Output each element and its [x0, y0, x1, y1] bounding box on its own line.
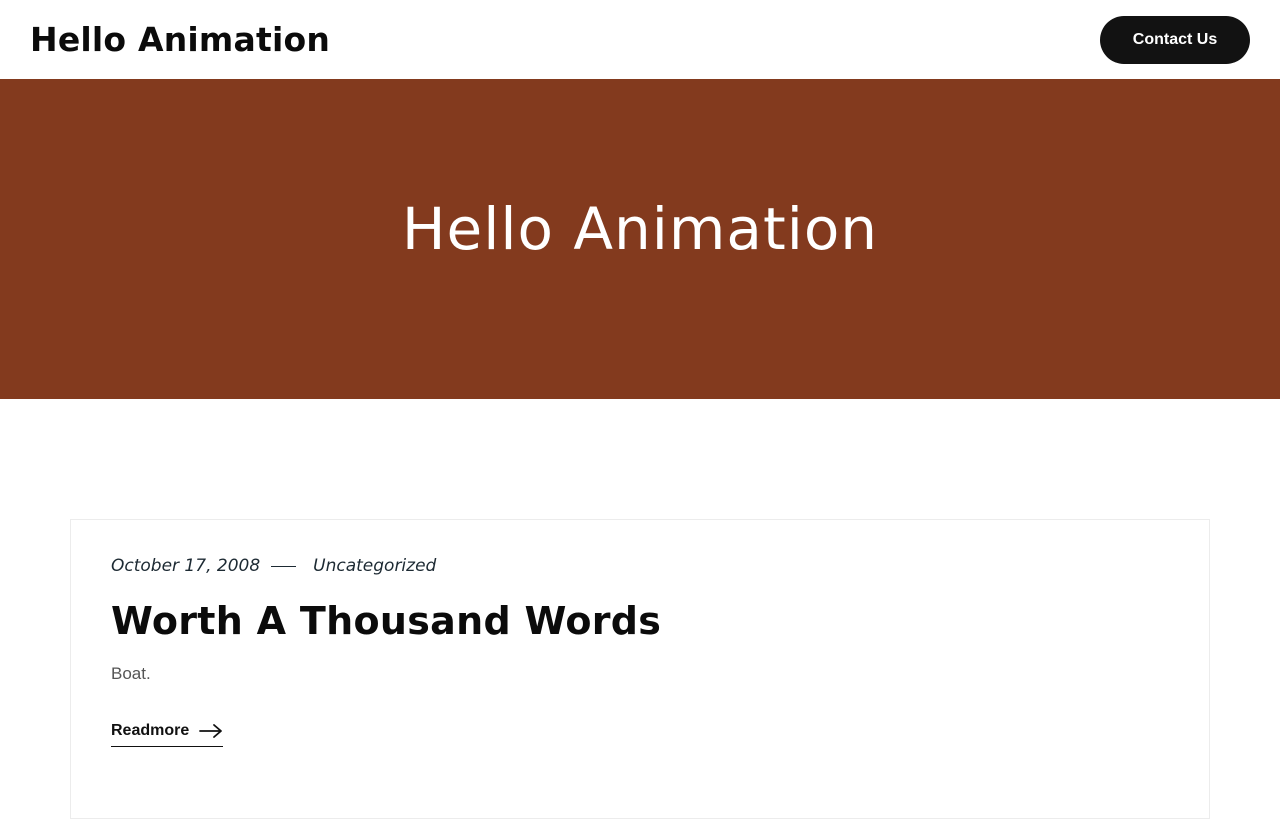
post-excerpt: Boat.	[111, 663, 151, 683]
arrow-right-icon	[199, 723, 223, 738]
hero-banner: Hello Animation	[0, 79, 1280, 399]
post-title: Worth A Thousand Words	[111, 599, 1169, 643]
meta-separator	[271, 565, 297, 567]
post-card: October 17, 2008 Uncategorized Worth A T…	[70, 519, 1210, 819]
hero-title: Hello Animation	[401, 195, 879, 263]
site-title[interactable]: Hello Animation	[30, 23, 330, 56]
readmore-link[interactable]: Readmore	[111, 721, 224, 747]
post-title-link[interactable]: Worth A Thousand Words	[111, 599, 661, 643]
site-header: Hello Animation Contact Us	[0, 0, 1280, 79]
post-date: October 17, 2008	[111, 556, 261, 576]
contact-us-button[interactable]: Contact Us	[1100, 15, 1250, 64]
post-category-link[interactable]: Uncategorized	[313, 556, 436, 576]
readmore-label: Readmore	[111, 721, 190, 739]
post-meta: October 17, 2008 Uncategorized	[111, 554, 1169, 578]
